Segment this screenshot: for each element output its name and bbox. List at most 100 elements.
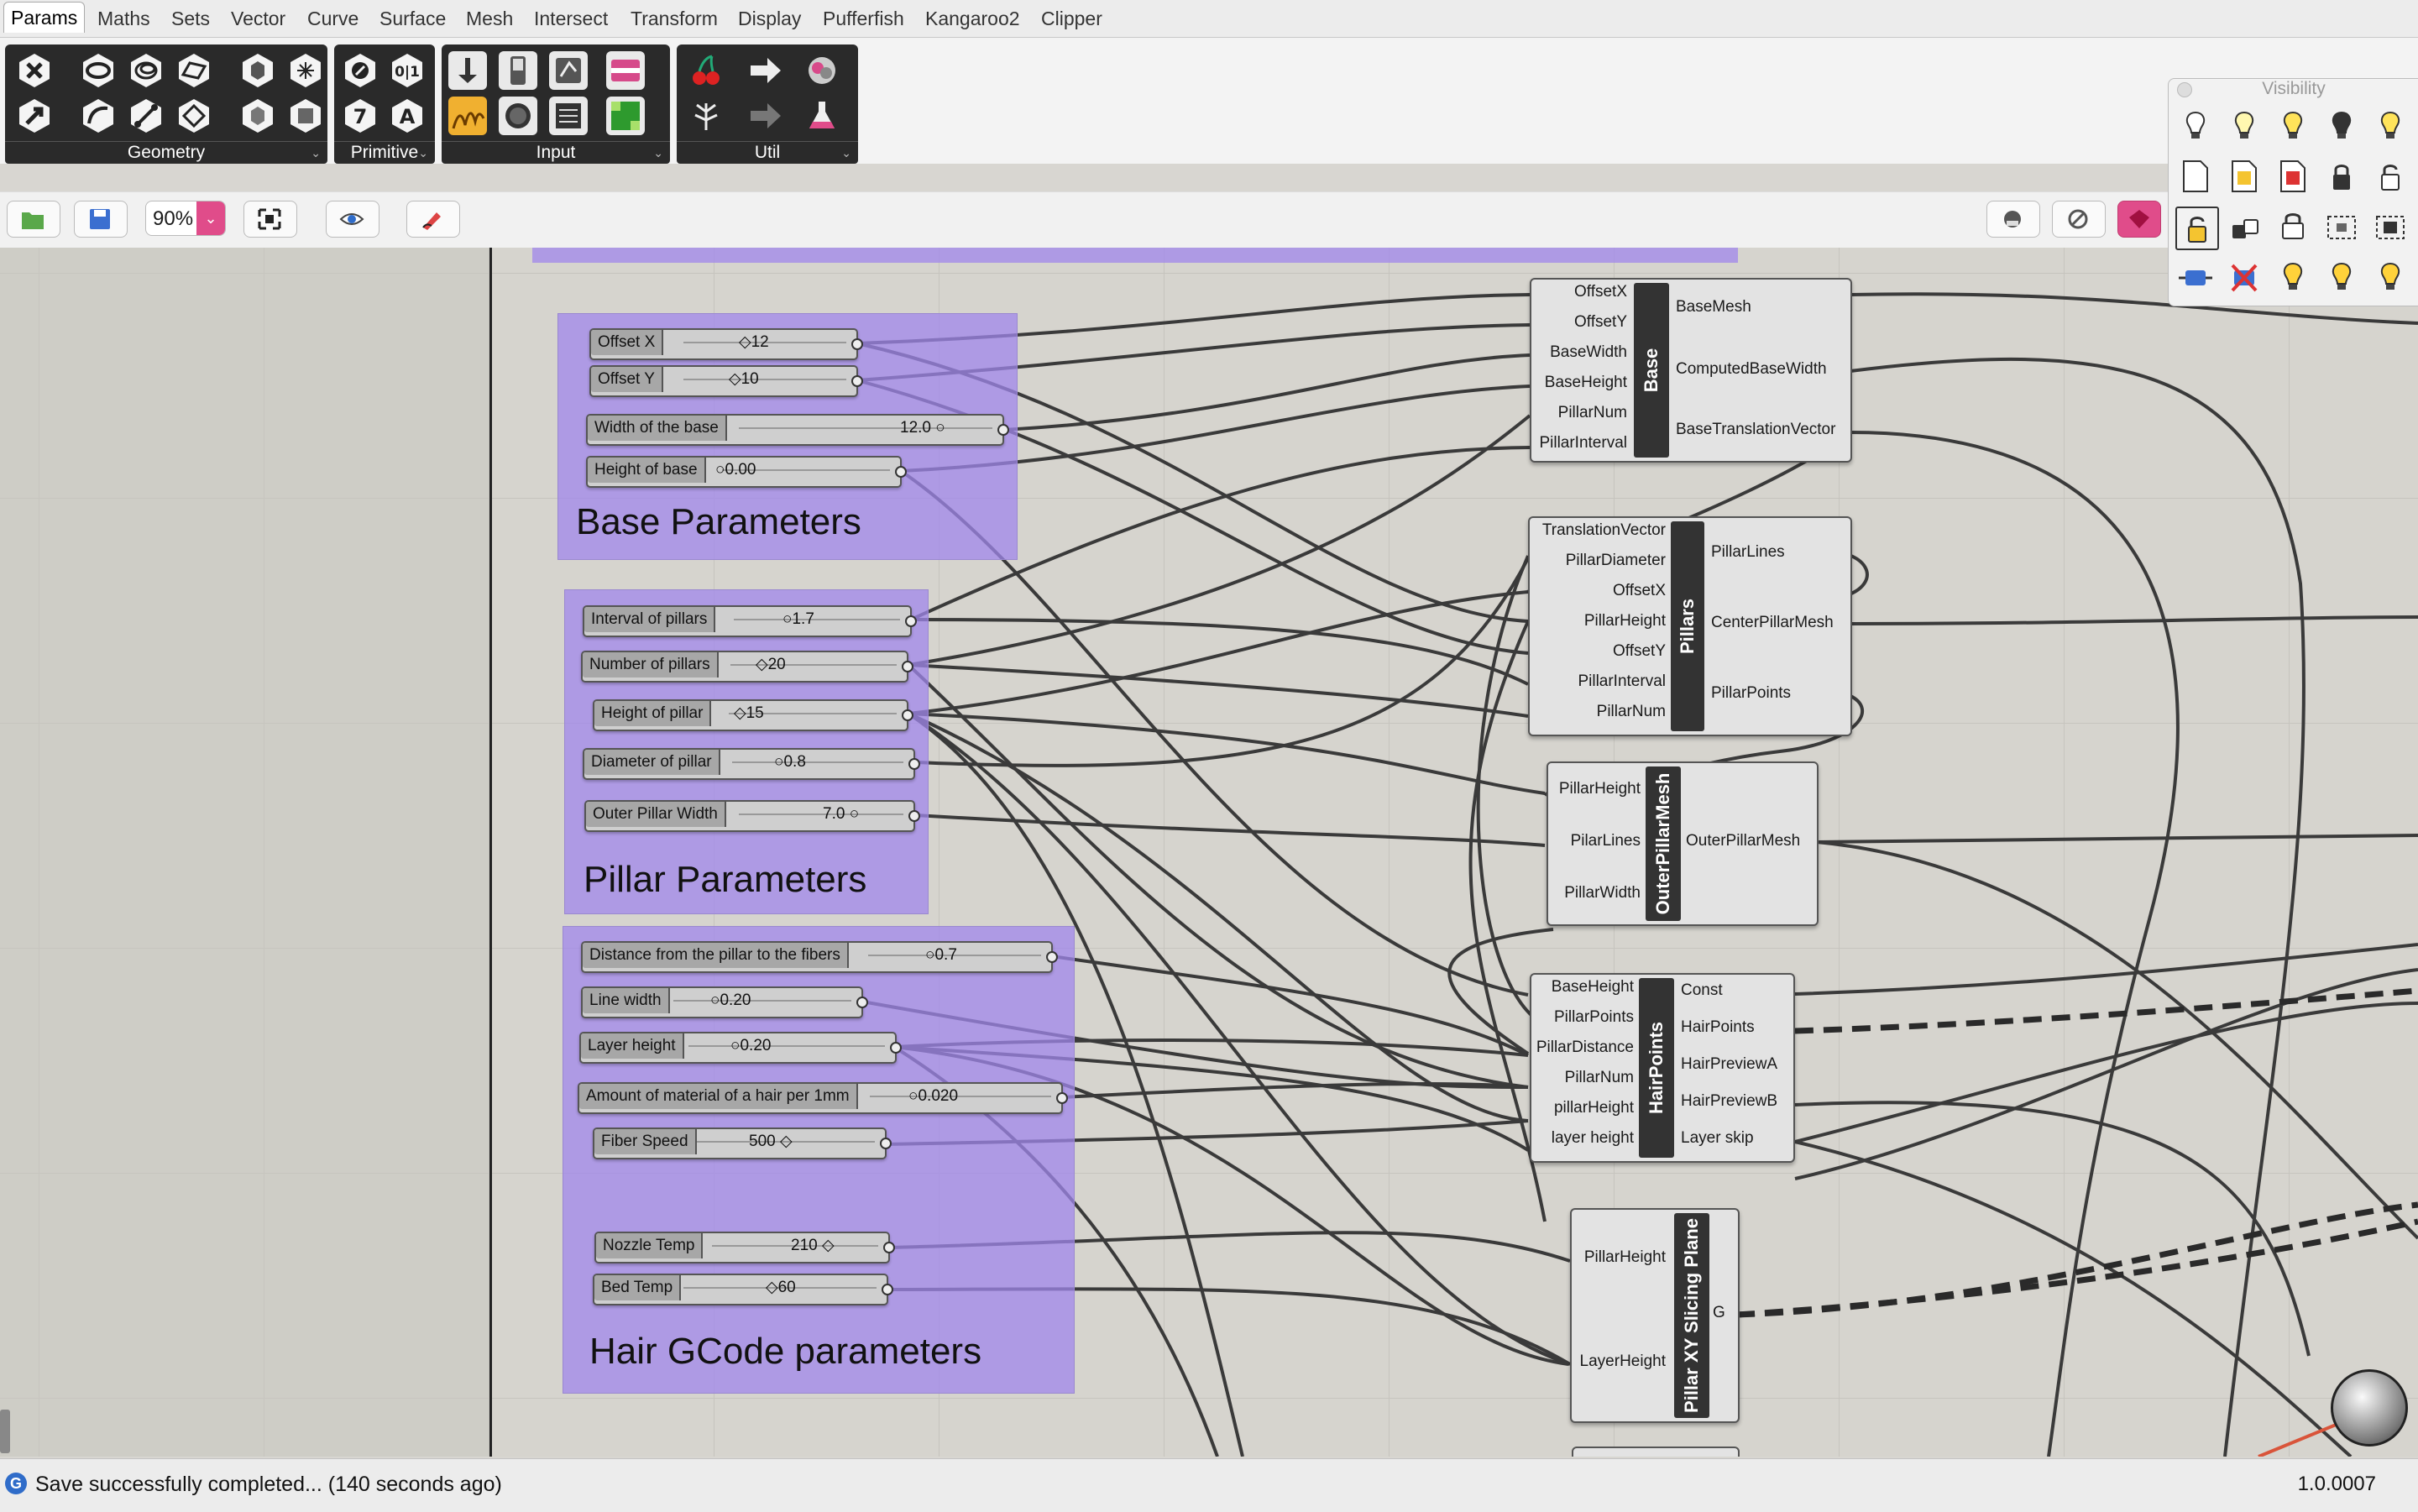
- output-grip[interactable]: [908, 758, 920, 770]
- zoom-extents-button[interactable]: [243, 201, 297, 238]
- panel-icon[interactable]: [549, 97, 588, 135]
- input-pillarheight[interactable]: PillarHeight: [1584, 1248, 1666, 1267]
- input-pillardistance[interactable]: PillarDistance: [1536, 1039, 1634, 1057]
- slider-offset-y[interactable]: Offset Y ◇10: [589, 365, 863, 397]
- preview-mode-button[interactable]: [1986, 201, 2040, 238]
- input-pilarlines[interactable]: PilarLines: [1571, 832, 1641, 850]
- output-grip[interactable]: [851, 375, 863, 387]
- output-hairpreviewb[interactable]: HairPreviewB: [1681, 1092, 1777, 1111]
- output-grip[interactable]: [856, 997, 868, 1008]
- arc-param-icon[interactable]: [127, 51, 165, 90]
- lock-icon[interactable]: [2321, 156, 2362, 196]
- component-outer-pillar-mesh[interactable]: OuterPillarMesh PillarHeight PilarLines …: [1547, 761, 1819, 926]
- output-centerpillarmesh[interactable]: CenterPillarMesh: [1711, 614, 1834, 632]
- bulb-gold-right-icon[interactable]: [2370, 257, 2410, 297]
- slider-base-height[interactable]: Height of base ○0.00: [586, 456, 907, 488]
- output-layer-skip[interactable]: Layer skip: [1681, 1129, 1754, 1148]
- slider-fiber-distance[interactable]: Distance from the pillar to the fibers ○…: [581, 941, 1058, 973]
- output-grip[interactable]: [902, 709, 913, 721]
- slider-pillar-interval[interactable]: Interval of pillars ○1.7: [583, 605, 917, 637]
- line-param-icon[interactable]: [127, 97, 165, 135]
- slider-outer-pillar-width[interactable]: Outer Pillar Width 7.0 ○: [584, 800, 920, 832]
- gradient-icon[interactable]: [606, 51, 645, 90]
- tab-vector[interactable]: Vector: [231, 3, 285, 34]
- expand-arrow-icon[interactable]: ⌄: [841, 142, 851, 164]
- component-base[interactable]: Base OffsetX OffsetY BaseWidth BaseHeigh…: [1530, 278, 1852, 463]
- open-file-button[interactable]: [7, 201, 60, 238]
- input-pillarpoints[interactable]: PillarPoints: [1554, 1008, 1634, 1027]
- circle-param-icon[interactable]: [79, 51, 118, 90]
- input-layerheight[interactable]: LayerHeight: [1580, 1352, 1666, 1371]
- no-preview-button[interactable]: [2052, 201, 2106, 238]
- unlock-icon[interactable]: [2370, 156, 2410, 196]
- input-pillarnum[interactable]: PillarNum: [1597, 703, 1666, 721]
- bulb-half-icon[interactable]: [2370, 106, 2410, 146]
- scroll-handle[interactable]: [0, 1410, 10, 1453]
- tab-sets[interactable]: Sets: [171, 3, 210, 34]
- slider-value[interactable]: ◇20: [756, 652, 786, 678]
- box-param-icon[interactable]: [286, 97, 325, 135]
- slider-offset-x[interactable]: Offset X ◇12: [589, 328, 863, 360]
- slider-material-amount[interactable]: Amount of material of a hair per 1mm ○0.…: [578, 1082, 1068, 1114]
- bulb-icon[interactable]: [2175, 106, 2216, 146]
- slider-layer-height[interactable]: Layer height ○0.20: [579, 1032, 902, 1064]
- tab-pufferfish[interactable]: Pufferfish: [823, 3, 904, 34]
- graph-mapper-icon[interactable]: [448, 97, 487, 135]
- data-dam-icon[interactable]: [687, 97, 725, 135]
- curve-param-icon[interactable]: [79, 97, 118, 135]
- slider-value[interactable]: ◇15: [734, 701, 764, 726]
- number-slider-icon[interactable]: [448, 51, 487, 90]
- component-pillar-xy-slicing-plane[interactable]: Pillar XY Slicing Plane PillarHeight Lay…: [1570, 1208, 1740, 1423]
- input-offsety[interactable]: OffsetY: [1613, 642, 1666, 661]
- preview-toggle-button[interactable]: [326, 201, 379, 238]
- slider-value[interactable]: ○0.00: [715, 458, 756, 483]
- slider-base-width[interactable]: Width of the base 12.0 ○: [586, 414, 1009, 446]
- bulb-gold-icon[interactable]: [2273, 257, 2313, 297]
- output-pillarpoints[interactable]: PillarPoints: [1711, 684, 1791, 703]
- slider-pillar-diameter[interactable]: Diameter of pillar ○0.8: [583, 748, 920, 780]
- tab-surface[interactable]: Surface: [379, 3, 446, 34]
- expand-arrow-icon[interactable]: ⌄: [653, 142, 663, 164]
- slider-fiber-speed[interactable]: Fiber Speed 500 ◇: [593, 1127, 892, 1159]
- boolean-param-icon[interactable]: [341, 51, 379, 90]
- output-hairpreviewa[interactable]: HairPreviewA: [1681, 1055, 1777, 1074]
- input-pillarheight[interactable]: PillarHeight: [1584, 612, 1666, 630]
- tab-maths[interactable]: Maths: [97, 3, 150, 34]
- toggle-icon[interactable]: [499, 51, 537, 90]
- slider-pillar-number[interactable]: Number of pillars ◇20: [581, 651, 913, 683]
- text-param-icon[interactable]: A: [388, 97, 427, 135]
- lock-toggle-icon[interactable]: [2273, 207, 2313, 247]
- slider-value[interactable]: ○0.20: [710, 988, 751, 1013]
- slider-value[interactable]: ○0.7: [925, 943, 957, 968]
- input-pillarnum[interactable]: PillarNum: [1565, 1069, 1634, 1087]
- solver-button[interactable]: [2117, 201, 2161, 238]
- output-grip[interactable]: [883, 1242, 895, 1253]
- output-grip[interactable]: [905, 615, 917, 627]
- slider-value[interactable]: 7.0 ○: [823, 802, 859, 827]
- output-hairpoints[interactable]: HairPoints: [1681, 1018, 1755, 1037]
- grasshopper-status-icon[interactable]: G: [5, 1473, 27, 1494]
- output-grip[interactable]: [908, 810, 920, 822]
- navigation-widget[interactable]: [2331, 1369, 2408, 1447]
- output-grip[interactable]: [880, 1138, 892, 1149]
- tab-params[interactable]: Params: [3, 2, 86, 33]
- slider-line-width[interactable]: Line width ○0.20: [581, 986, 868, 1018]
- mesh-param-icon[interactable]: [238, 97, 277, 135]
- slider-value[interactable]: ◇12: [739, 330, 769, 355]
- tab-transform[interactable]: Transform: [631, 3, 718, 34]
- bulb-star-icon[interactable]: [2273, 106, 2313, 146]
- field-param-icon[interactable]: [286, 51, 325, 90]
- slider-value[interactable]: ○0.20: [730, 1033, 771, 1059]
- slider-value[interactable]: ○0.8: [774, 750, 806, 775]
- input-layer-height[interactable]: layer height: [1552, 1129, 1634, 1148]
- wire-hidden-icon[interactable]: [2224, 257, 2264, 297]
- slider-pillar-height[interactable]: Height of pillar ◇15: [593, 699, 913, 731]
- output-pillarlines[interactable]: PillarLines: [1711, 543, 1785, 562]
- slider-nozzle-temp[interactable]: Nozzle Temp 210 ◇: [594, 1232, 895, 1263]
- button-input-icon[interactable]: [499, 97, 537, 135]
- output-g[interactable]: G: [1713, 1304, 1725, 1322]
- input-offsetx[interactable]: OffsetX: [1613, 582, 1666, 600]
- slider-bed-temp[interactable]: Bed Temp ◇60: [593, 1274, 893, 1305]
- expand-arrow-icon[interactable]: ⌄: [418, 142, 428, 164]
- input-baseheight[interactable]: BaseHeight: [1545, 374, 1627, 392]
